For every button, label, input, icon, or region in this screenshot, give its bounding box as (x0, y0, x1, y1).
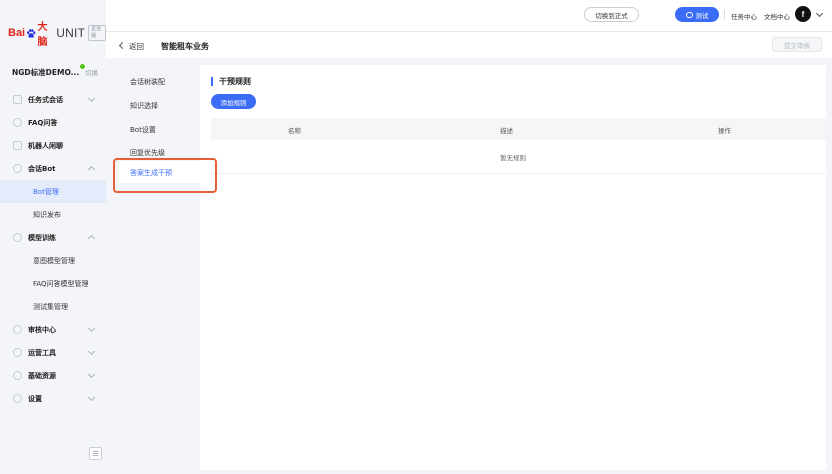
chevron-down-icon[interactable] (815, 9, 824, 18)
table-header: 名称 描述 操作 (211, 118, 826, 140)
sidebar-item-label: 测试集管理 (33, 302, 68, 311)
config-menu: 会话树装配 知识选择 Bot设置 回复优先级 答案生成干预 (119, 65, 200, 470)
task-center-link[interactable]: 任务中心 (731, 11, 757, 21)
top-bar: 切换到正式 测试 任务中心 文档中心 f (106, 0, 832, 32)
sidebar-item-ops-tools[interactable]: 运营工具 (0, 341, 106, 364)
project-switcher[interactable]: NGD标准DEMO... 切换 (0, 62, 106, 82)
chevron-down-icon (87, 94, 96, 103)
sidebar-item-settings[interactable]: 设置 (0, 387, 106, 410)
sidebar-item-label: 设置 (28, 394, 42, 403)
model-icon (13, 233, 22, 242)
sidebar-item-faq[interactable]: FAQ问答 (0, 111, 106, 134)
sidebar-item-label: 审核中心 (28, 325, 56, 334)
logo-da: 大脑 (37, 22, 48, 48)
resource-icon (13, 371, 22, 380)
sub-header: 返回 智能租车业务 提交审核 (106, 32, 832, 58)
sidebar-item-bot-management[interactable]: Bot管理 (0, 180, 106, 203)
edition-badge: 企业版 (88, 25, 106, 41)
sidebar-item-label: 任务式会话 (28, 95, 63, 104)
empty-text: 暂无规则 (500, 154, 526, 162)
sidebar-item-task-dialog[interactable]: 任务式会话 (0, 88, 106, 111)
chat-bubble-icon (685, 11, 693, 18)
chevron-up-icon (87, 165, 96, 174)
task-dialog-icon (13, 95, 22, 104)
column-header-name: 名称 (288, 127, 301, 135)
sidebar-item-chitchat[interactable]: 机器人闲聊 (0, 134, 106, 157)
sidebar-item-label: 意图模型管理 (33, 256, 75, 265)
sidebar-item-label: 模型训练 (28, 233, 56, 242)
table-empty-state: 暂无规则 (211, 140, 826, 174)
config-menu-item[interactable]: Bot设置 (130, 125, 156, 135)
sidebar-item-intent-model[interactable]: 意图模型管理 (0, 249, 106, 272)
project-name: NGD标准DEMO... (12, 67, 80, 77)
sidebar-item-label: 运营工具 (28, 348, 56, 357)
divider (724, 10, 725, 20)
column-header-description: 描述 (500, 127, 513, 135)
sidebar-item-label: FAQ问答模型管理 (33, 279, 89, 288)
project-switch-link[interactable]: 切换 (85, 67, 98, 77)
chevron-down-icon (87, 370, 96, 379)
sidebar-item-faq-model[interactable]: FAQ问答模型管理 (0, 272, 106, 295)
ops-icon (13, 348, 22, 357)
page-title: 智能租车业务 (161, 42, 209, 51)
sidebar-item-label: Bot管理 (33, 187, 59, 196)
column-header-actions: 操作 (718, 127, 731, 135)
avatar[interactable]: f (795, 6, 811, 22)
sidebar-item-label: 基础资源 (28, 371, 56, 380)
sidebar-item-review-center[interactable]: 审核中心 (0, 318, 106, 341)
switch-to-production-button[interactable]: 切换到正式 (584, 7, 639, 22)
content-panel: 会话树装配 知识选择 Bot设置 回复优先级 答案生成干预 干预规则 添加规则 … (119, 65, 826, 470)
sidebar-item-knowledge-publish[interactable]: 知识发布 (0, 203, 106, 226)
add-rule-button[interactable]: 添加规则 (211, 94, 256, 109)
sidebar-item-label: FAQ问答 (28, 118, 58, 127)
faq-icon (13, 118, 22, 127)
review-icon (13, 325, 22, 334)
chat-icon (13, 141, 22, 150)
section-title: 干预规则 (211, 76, 251, 87)
chevron-up-icon (87, 234, 96, 243)
sidebar-item-model-training[interactable]: 模型训练 (0, 226, 106, 249)
doc-center-link[interactable]: 文档中心 (764, 11, 790, 21)
sidebar-item-dialog-bot[interactable]: 会话Bot (0, 157, 106, 180)
config-menu-item[interactable]: 会话树装配 (130, 77, 165, 87)
baidu-paw-icon (27, 28, 36, 38)
logo-bai: Bai (8, 27, 26, 39)
chevron-down-icon (87, 393, 96, 402)
settings-icon (13, 394, 22, 403)
logo[interactable]: Bai 大脑 UNIT 企业版 (8, 22, 106, 48)
highlight-box (113, 158, 217, 193)
sidebar-item-base-resources[interactable]: 基础资源 (0, 364, 106, 387)
back-label: 返回 (129, 42, 144, 51)
back-link[interactable]: 返回 (118, 41, 144, 52)
config-menu-item[interactable]: 知识选择 (130, 101, 158, 111)
sidebar-item-test-set[interactable]: 测试集管理 (0, 295, 106, 318)
collapse-sidebar-icon[interactable]: ☰ (89, 447, 102, 460)
test-button[interactable]: 测试 (675, 7, 719, 22)
bot-icon (13, 164, 22, 173)
config-menu-item[interactable]: 回复优先级 (130, 148, 165, 158)
sidebar-item-label: 会话Bot (28, 164, 56, 173)
test-button-label: 测试 (695, 11, 709, 20)
submit-review-button[interactable]: 提交审核 (772, 37, 822, 52)
sidebar: Bai 大脑 UNIT 企业版 NGD标准DEMO... 切换 任务式会话 FA… (0, 0, 106, 474)
sidebar-item-label: 机器人闲聊 (28, 141, 63, 150)
logo-unit: UNIT (56, 26, 86, 40)
chevron-down-icon (87, 324, 96, 333)
chevron-down-icon (87, 347, 96, 356)
sidebar-item-label: 知识发布 (33, 210, 61, 219)
sidebar-nav: 任务式会话 FAQ问答 机器人闲聊 会话Bot Bot管理 知识发布 模型训练 (0, 88, 106, 410)
chevron-left-icon (118, 41, 127, 50)
